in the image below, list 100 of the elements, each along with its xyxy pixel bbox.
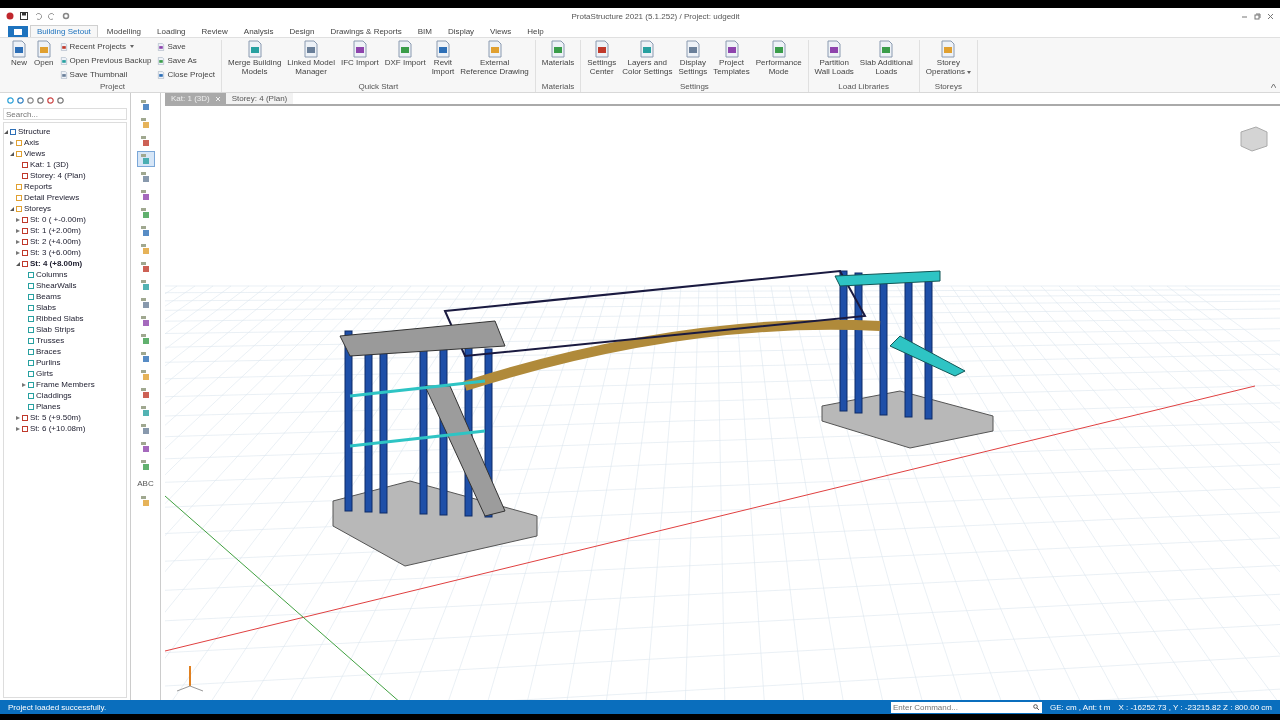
- ribbon-button[interactable]: Project Templates: [711, 40, 752, 77]
- ribbon-button[interactable]: External Reference Drawing: [458, 40, 531, 77]
- expanded-caret-icon[interactable]: [10, 206, 14, 211]
- tree-item[interactable]: Storeys: [24, 204, 52, 213]
- collapse-caret-icon[interactable]: [1271, 84, 1276, 88]
- ribbon-button[interactable]: Open Previous Backup: [57, 54, 154, 67]
- ribbon-button[interactable]: Settings Center: [585, 40, 619, 77]
- tree-item[interactable]: Beams: [36, 292, 61, 301]
- tree-item[interactable]: St: 3 (+6.00m): [30, 248, 81, 257]
- collapsed-caret-icon[interactable]: [16, 239, 20, 244]
- ribbon-button[interactable]: Save Thumbnail: [57, 68, 154, 81]
- ribbon-tab[interactable]: Design: [282, 25, 322, 37]
- collapsed-caret-icon[interactable]: [16, 415, 20, 420]
- ribbon-tab[interactable]: Review: [194, 25, 235, 37]
- ribbon-tab[interactable]: Help: [520, 25, 551, 37]
- document-icon: [59, 70, 68, 79]
- file-menu-button[interactable]: [8, 26, 28, 37]
- ribbon-tab[interactable]: Building Setout: [30, 25, 98, 37]
- redo-icon[interactable]: [48, 12, 56, 20]
- tool-button[interactable]: [136, 151, 155, 167]
- ribbon-button[interactable]: Revit Import: [429, 40, 457, 77]
- ribbon-button[interactable]: New: [8, 40, 30, 68]
- tree-item[interactable]: Braces: [36, 347, 61, 356]
- tree-item[interactable]: St: 0 ( +-0.00m): [30, 215, 86, 224]
- ribbon-tab[interactable]: Drawings & Reports: [323, 25, 409, 37]
- tree-item[interactable]: Frame Members: [36, 380, 95, 389]
- collapsed-caret-icon[interactable]: [16, 217, 20, 222]
- block-icon: [140, 315, 151, 327]
- ribbon-button[interactable]: Recent Projects: [57, 40, 154, 53]
- ribbon-button[interactable]: Display Settings: [676, 40, 710, 77]
- ribbon-button[interactable]: Partition Wall Loads: [812, 40, 856, 77]
- ribbon-tab[interactable]: Modelling: [99, 25, 149, 37]
- tree-item[interactable]: St: 1 (+2.00m): [30, 226, 81, 235]
- ribbon-button[interactable]: Merge Building Models: [226, 40, 284, 77]
- collapsed-caret-icon[interactable]: [16, 250, 20, 255]
- tree-item[interactable]: ShearWalls: [36, 281, 77, 290]
- expanded-caret-icon[interactable]: [10, 151, 14, 156]
- ribbon-button[interactable]: Materials: [539, 40, 577, 68]
- tree-item[interactable]: Slabs: [36, 303, 56, 312]
- tree-item[interactable]: Claddings: [36, 391, 72, 400]
- block-icon: [140, 405, 151, 417]
- tree-item[interactable]: Purlins: [36, 358, 61, 367]
- ribbon-button[interactable]: Close Project: [155, 68, 217, 81]
- coordinates-text: X : -16252.73 , Y : -23215.82 Z : 800.00 cm: [1118, 702, 1272, 712]
- save-icon[interactable]: [20, 12, 28, 20]
- command-field[interactable]: Enter Command...: [890, 701, 1031, 713]
- document-icon: [245, 40, 264, 58]
- ribbon-button[interactable]: DXF Import: [382, 40, 428, 68]
- tree-item[interactable]: Structure: [18, 127, 51, 136]
- group-label: Storeys: [934, 82, 962, 92]
- expanded-caret-icon[interactable]: [4, 129, 8, 134]
- ribbon-button[interactable]: Save As: [155, 54, 217, 67]
- document-icon: [939, 40, 958, 58]
- ribbon-tab[interactable]: Display: [440, 25, 482, 37]
- document-icon: [59, 42, 68, 51]
- tree-item[interactable]: Girts: [36, 369, 53, 378]
- ribbon-tab[interactable]: Loading: [150, 25, 193, 37]
- document-icon: [157, 42, 166, 51]
- restore-icon[interactable]: [1254, 12, 1261, 20]
- block-icon: [140, 153, 151, 165]
- collapsed-caret-icon[interactable]: [16, 228, 20, 233]
- ribbon-button[interactable]: Performance Mode: [753, 40, 804, 77]
- ribbon-button[interactable]: IFC Import: [338, 40, 381, 68]
- view-tab[interactable]: Storey: 4 (Plan): [225, 93, 294, 104]
- ribbon-button[interactable]: Open: [32, 40, 56, 68]
- ribbon-tab[interactable]: BIM: [410, 25, 439, 37]
- tree-item[interactable]: Kat: 1 (3D): [30, 160, 69, 169]
- undo-icon[interactable]: [34, 12, 42, 20]
- search-icon[interactable]: [1033, 704, 1040, 710]
- tree-item[interactable]: Storey: 4 (Plan): [30, 171, 86, 180]
- ribbon-button[interactable]: Slab Additional Loads: [857, 40, 915, 77]
- ribbon-tab[interactable]: Views: [483, 25, 519, 37]
- tree-item[interactable]: St: 6 (+10.08m): [30, 424, 86, 433]
- document-icon: [485, 40, 504, 58]
- tree-item[interactable]: St: 2 (+4.00m): [30, 237, 81, 246]
- tree-item[interactable]: Ribbed Slabs: [36, 314, 84, 323]
- close-icon[interactable]: [1267, 12, 1274, 20]
- ribbon-button[interactable]: Layers and Color Settings: [620, 40, 675, 77]
- tree-item[interactable]: Reports: [24, 182, 52, 191]
- tree-item[interactable]: Axis: [24, 138, 40, 147]
- collapsed-caret-icon[interactable]: [16, 426, 20, 431]
- tree-item[interactable]: Detail Previews: [24, 193, 80, 202]
- tree-item[interactable]: St: 5 (+9.50m): [30, 413, 81, 422]
- tree-item[interactable]: Slab Strips: [36, 325, 75, 334]
- expanded-caret-icon[interactable]: [16, 261, 20, 266]
- tool-button[interactable]: ABC: [136, 475, 155, 491]
- collapsed-caret-icon[interactable]: [22, 382, 26, 387]
- tree-item[interactable]: Planes: [36, 402, 61, 411]
- search-field[interactable]: Search...: [3, 108, 127, 120]
- ribbon-button[interactable]: Storey Operations: [923, 40, 973, 77]
- tree-item[interactable]: Trusses: [36, 336, 65, 345]
- ribbon-button[interactable]: Linked Model Manager: [285, 40, 337, 77]
- tree-item[interactable]: St: 4 (+8.00m): [30, 259, 83, 268]
- collapsed-caret-icon[interactable]: [10, 140, 14, 145]
- ribbon-button[interactable]: Save: [155, 40, 217, 53]
- document-icon: [302, 40, 321, 58]
- block-icon: [140, 171, 151, 183]
- tree-item[interactable]: Columns: [36, 270, 68, 279]
- tree-item[interactable]: Views: [24, 149, 46, 158]
- ribbon-tab[interactable]: Analysis: [236, 25, 281, 37]
